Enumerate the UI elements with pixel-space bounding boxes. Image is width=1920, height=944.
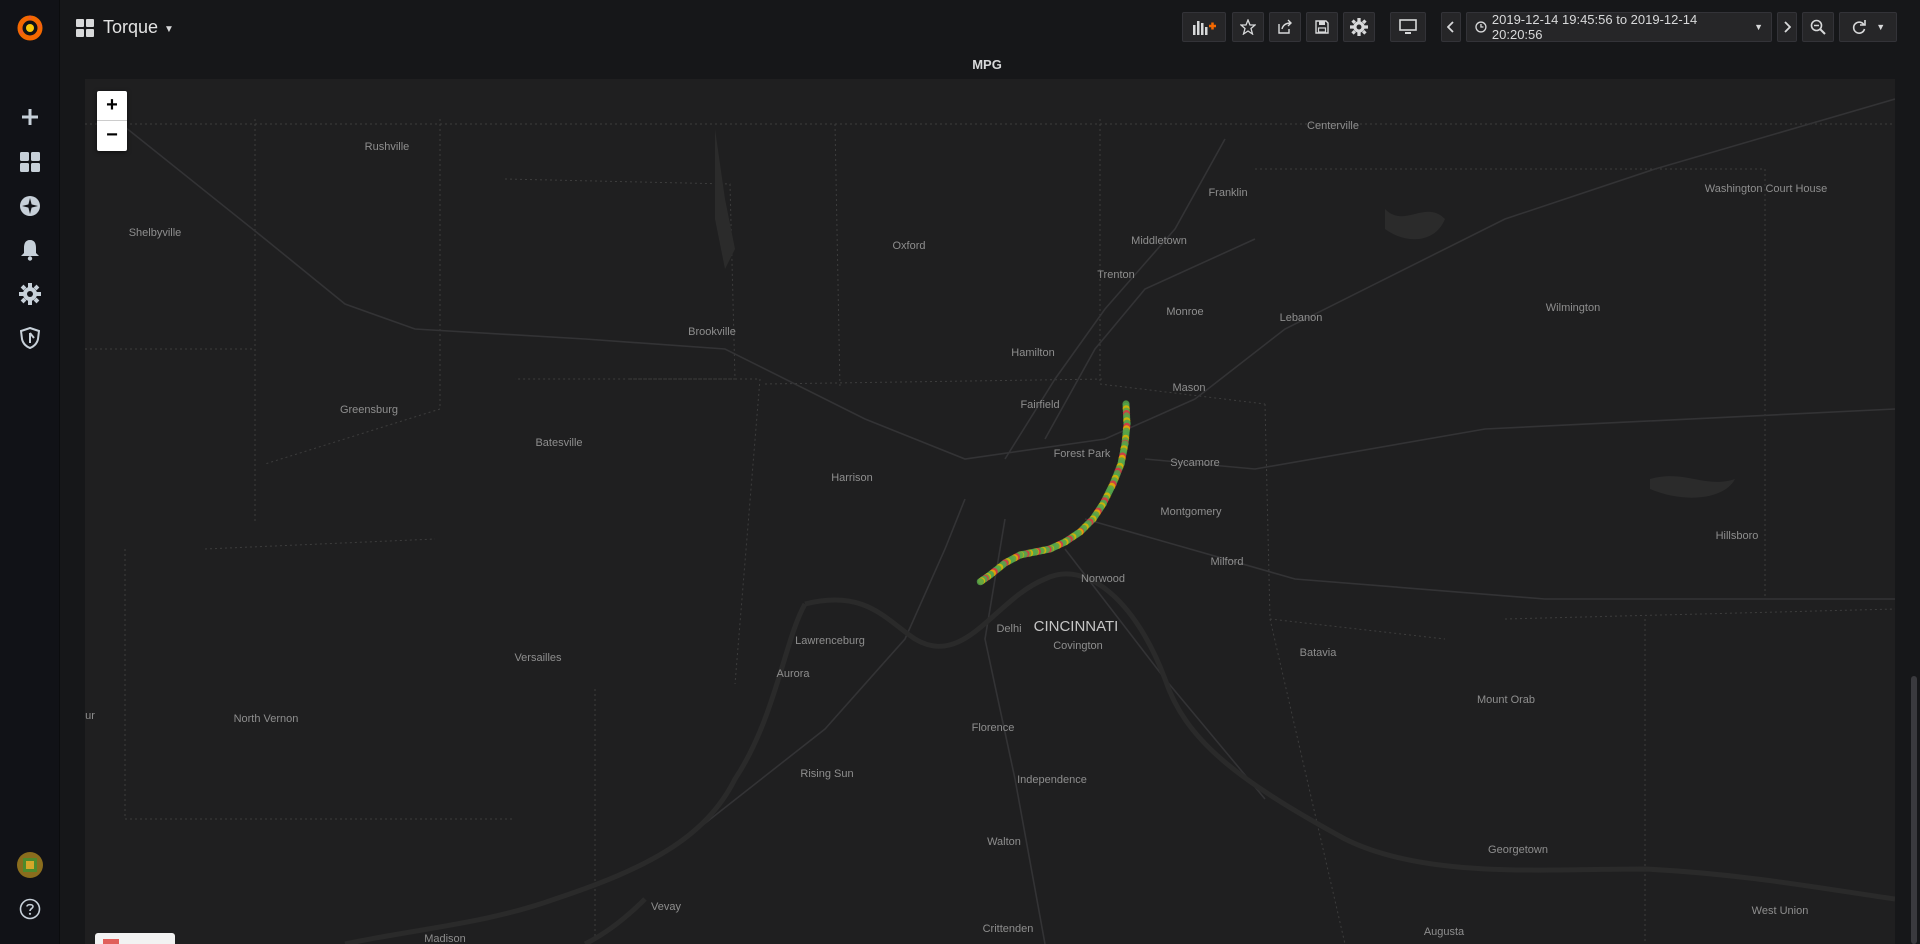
share-icon (1278, 19, 1292, 34)
refresh-button[interactable]: ▼ (1839, 12, 1897, 42)
plus-icon[interactable] (0, 97, 60, 137)
caret-down-icon: ▼ (1754, 22, 1763, 32)
gear-icon (1350, 18, 1368, 36)
add-panel-icon (1193, 21, 1216, 35)
zoom-in-button[interactable]: + (97, 91, 127, 121)
save-button[interactable] (1306, 12, 1338, 42)
legend-swatch (103, 939, 119, 944)
time-range-text: 2019-12-14 19:45:56 to 2019-12-14 20:20:… (1491, 12, 1698, 42)
chevron-right-icon (1784, 21, 1791, 33)
monitor-icon (1399, 19, 1417, 34)
question-circle-icon[interactable] (0, 889, 60, 929)
refresh-icon (1852, 20, 1866, 34)
chevron-left-icon (1447, 21, 1454, 33)
side-menu (0, 0, 60, 944)
caret-down-icon: ▼ (1876, 22, 1886, 32)
avatar-icon[interactable] (0, 845, 60, 885)
panel-title[interactable]: MPG (77, 55, 1897, 79)
track-point[interactable] (976, 578, 985, 586)
save-icon (1315, 20, 1329, 34)
share-button[interactable] (1269, 12, 1301, 42)
gear-icon[interactable] (0, 274, 60, 314)
time-range-picker[interactable]: 2019-12-14 19:45:56 to 2019-12-14 20:20:… (1466, 12, 1772, 42)
zoom-control: + − (97, 91, 127, 151)
map-view[interactable]: Centerville Rushville Franklin Washingto… (85, 79, 1895, 944)
search-minus-icon (1810, 19, 1826, 35)
star-icon (1240, 19, 1256, 35)
time-back-button[interactable] (1441, 12, 1461, 42)
add-panel-button[interactable] (1182, 12, 1226, 42)
dashboard-title: Torque (103, 17, 159, 37)
dashboard-title-button[interactable]: Torque ▼ (76, 17, 174, 38)
zoom-out-time-button[interactable] (1802, 12, 1834, 42)
settings-button[interactable] (1343, 12, 1375, 42)
shield-icon[interactable] (0, 318, 60, 358)
mpg-panel: MPG Centerville Rushville Franklin Washi… (77, 55, 1897, 944)
grafana-logo-icon[interactable] (0, 8, 60, 48)
caret-down-icon: ▼ (164, 24, 174, 35)
apps-icon[interactable] (0, 142, 60, 182)
page-scrollbar[interactable] (1911, 676, 1917, 944)
compass-icon[interactable] (0, 186, 60, 226)
bell-icon[interactable] (0, 230, 60, 270)
apps-icon (76, 18, 94, 37)
map-legend (95, 933, 175, 944)
star-button[interactable] (1232, 12, 1264, 42)
gps-track (976, 400, 1131, 586)
clock-icon (1475, 21, 1487, 33)
time-forward-button[interactable] (1777, 12, 1797, 42)
zoom-out-button[interactable]: − (97, 121, 127, 151)
tv-mode-button[interactable] (1390, 12, 1426, 42)
